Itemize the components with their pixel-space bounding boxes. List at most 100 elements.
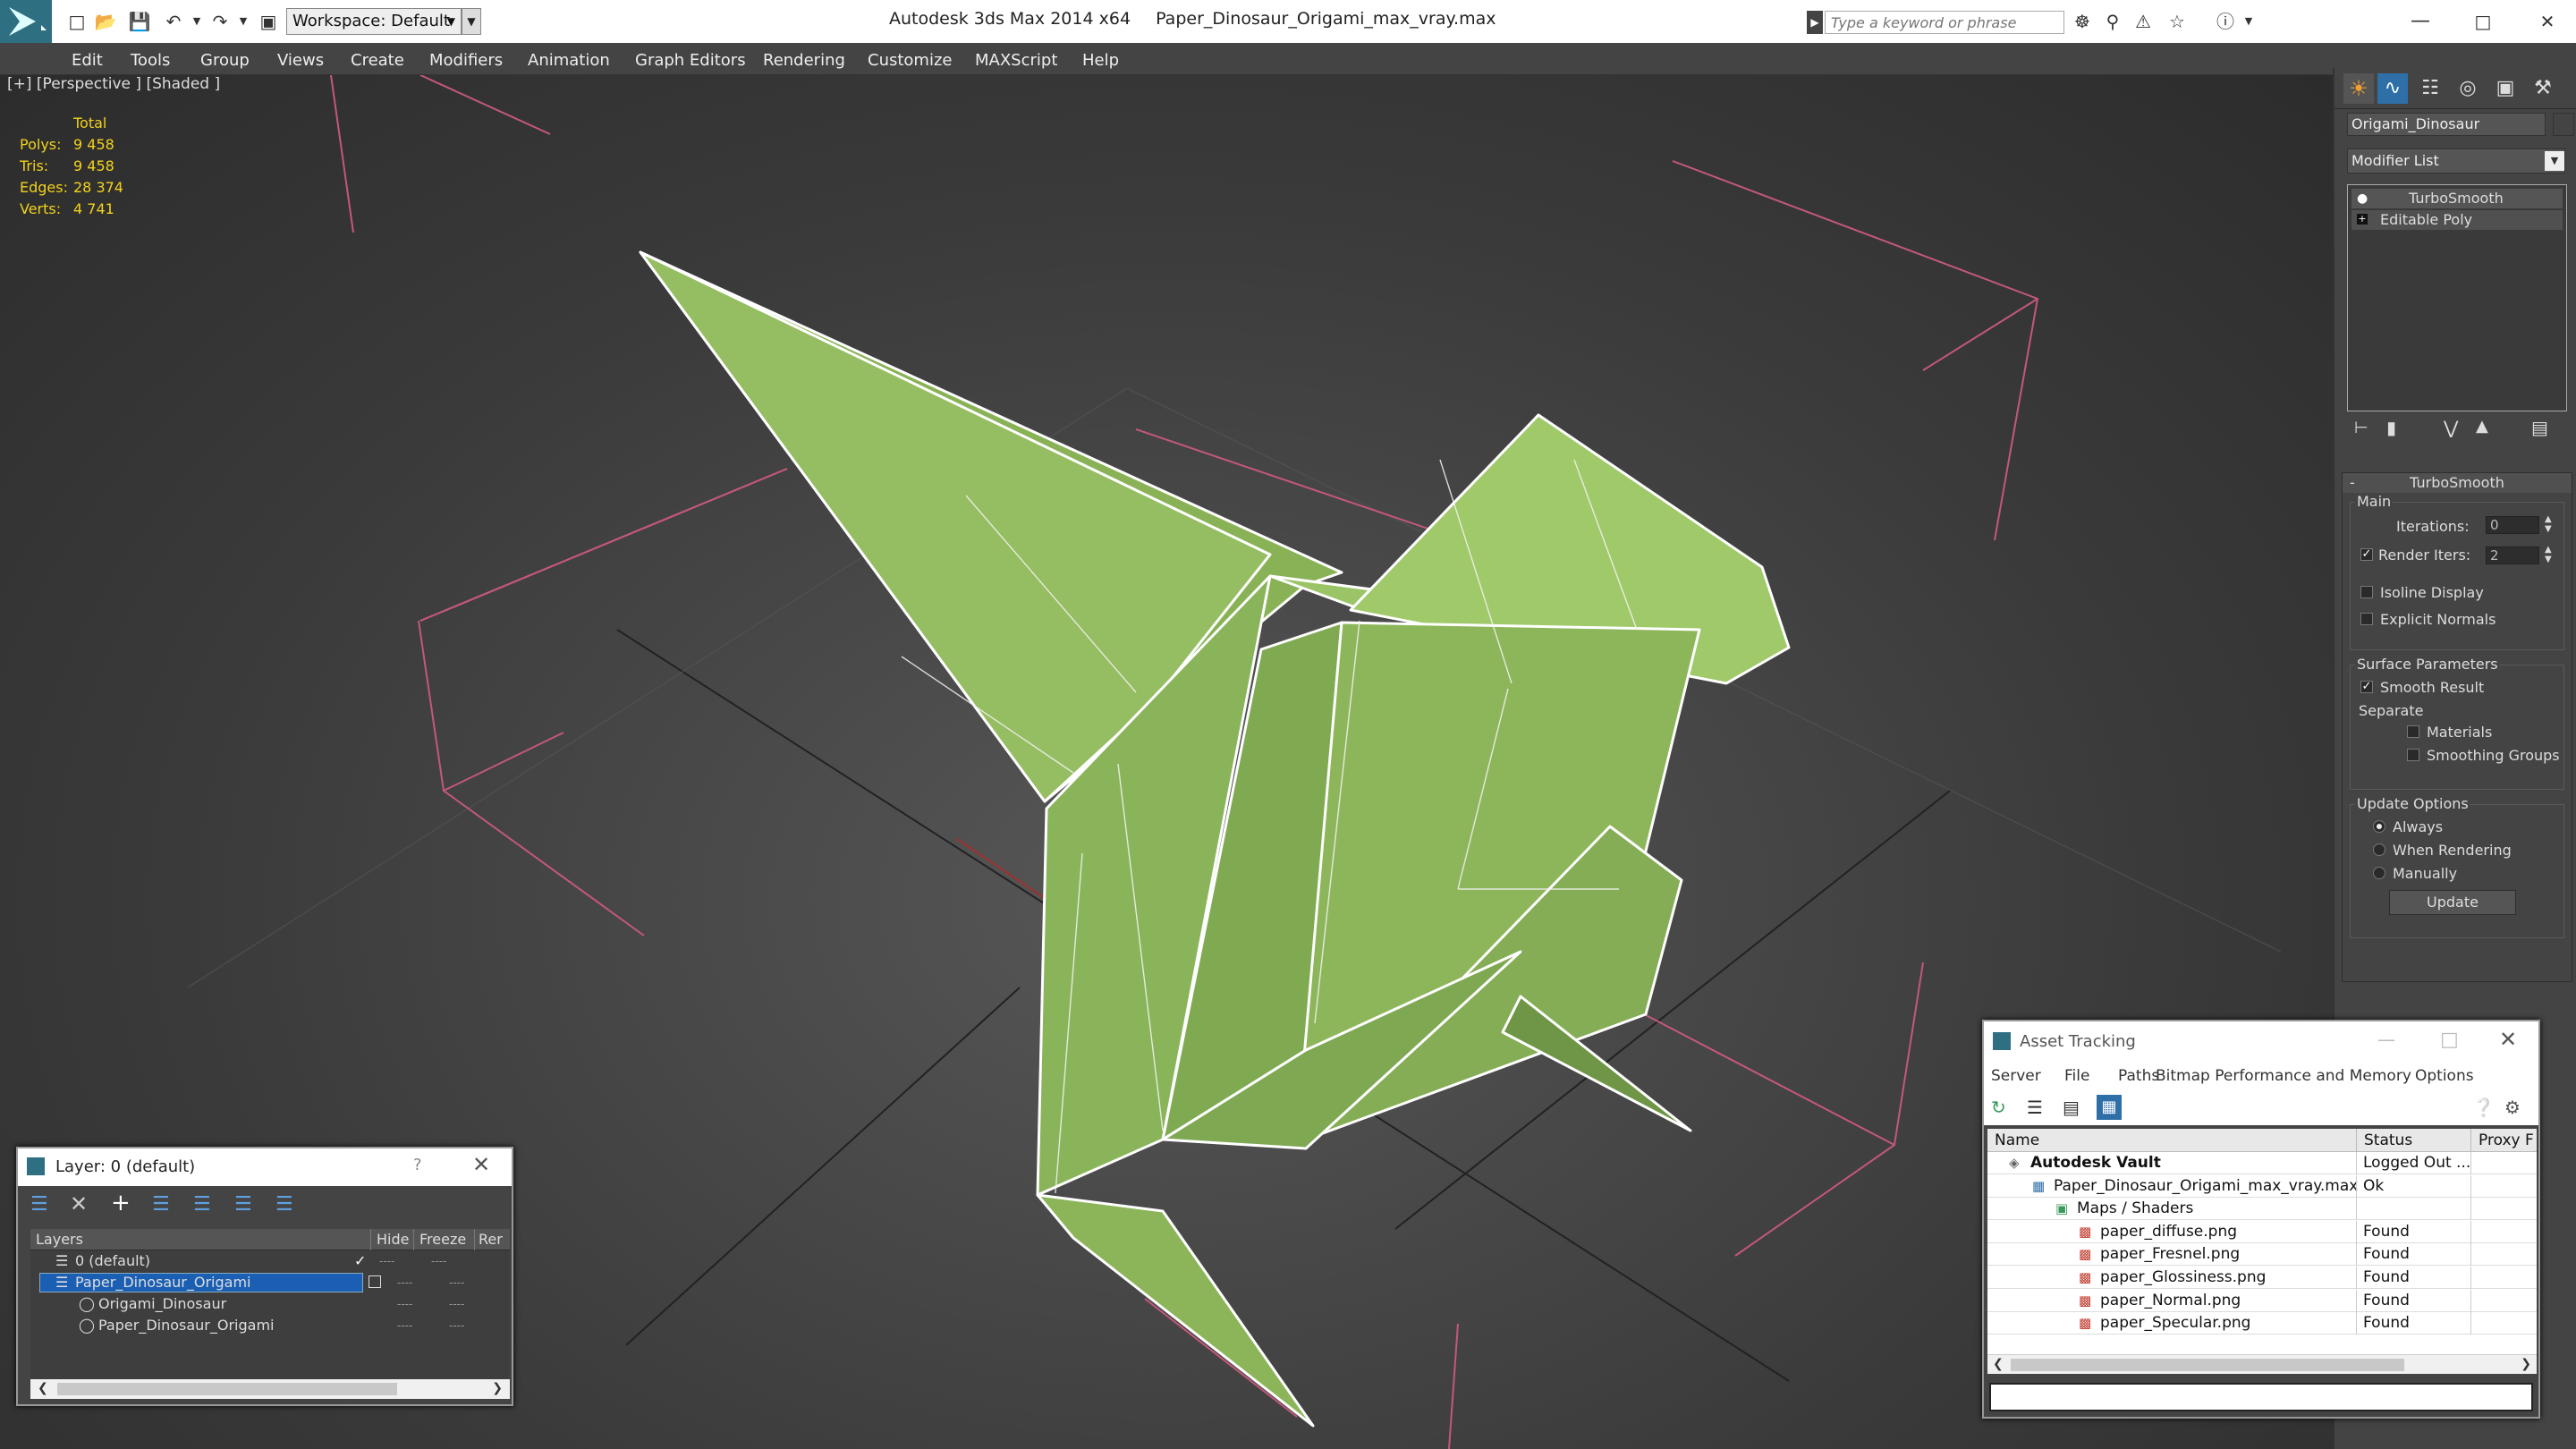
configure-sets-icon[interactable]: ▤ <box>2531 417 2548 438</box>
help-icon[interactable]: ? <box>413 1156 422 1174</box>
select-in-layer-icon[interactable]: ☰ <box>152 1193 170 1216</box>
col-layers[interactable]: Layers <box>36 1229 83 1250</box>
layer-row[interactable]: ☰ Paper_Dinosaur_Origami ---- ---- <box>30 1272 510 1293</box>
render-iters-checkbox[interactable]: ✓ <box>2360 548 2373 561</box>
col-freeze[interactable]: Freeze <box>413 1229 466 1250</box>
isoline-checkbox[interactable] <box>2360 586 2373 598</box>
scroll-thumb[interactable] <box>2011 1359 2404 1371</box>
when-rendering-radio[interactable] <box>2373 843 2385 856</box>
redo-icon[interactable]: ↷ <box>208 9 233 34</box>
smooth-result-checkbox[interactable]: ✓ <box>2360 681 2373 693</box>
asset-menu-file[interactable]: File <box>2064 1063 2089 1089</box>
hide-toggle[interactable]: ---- <box>379 1250 394 1272</box>
asset-row[interactable]: ▩ paper_diffuse.png Found <box>1987 1220 2537 1243</box>
asset-row[interactable]: ◈ Autodesk Vault Logged Out ... <box>1987 1152 2537 1174</box>
minimize-icon[interactable]: — <box>2377 1029 2395 1050</box>
pin-stack-icon[interactable]: ⊢ <box>2354 419 2368 437</box>
workspace-menu-button[interactable]: ▼ <box>462 8 481 35</box>
menu-customize[interactable]: Customize <box>868 51 952 70</box>
hide-toggle[interactable]: ---- <box>397 1272 412 1293</box>
iterations-spinner[interactable]: 0 <box>2486 516 2539 534</box>
favorites-star-icon[interactable]: ☆ <box>2165 9 2190 34</box>
current-layer-box[interactable] <box>369 1275 381 1288</box>
spinner-arrows-icon[interactable]: ▲ ▼ <box>2545 514 2552 534</box>
expand-plus-icon[interactable]: + <box>2357 214 2368 225</box>
object-color-swatch[interactable] <box>2553 113 2574 136</box>
menu-create[interactable]: Create <box>351 51 404 70</box>
asset-row[interactable]: ▩ paper_Glossiness.png Found <box>1987 1267 2537 1289</box>
menu-edit[interactable]: Edit <box>72 51 103 70</box>
stack-item-turbosmooth[interactable]: ● TurboSmooth <box>2351 189 2563 208</box>
help-icon[interactable]: ⓘ <box>2213 9 2238 34</box>
asset-menu-paths[interactable]: Paths <box>2118 1063 2159 1089</box>
manually-radio[interactable] <box>2373 867 2385 879</box>
asset-menu-server[interactable]: Server <box>1991 1063 2041 1089</box>
hide-toggle[interactable]: ---- <box>397 1293 412 1315</box>
undo-icon[interactable]: ↶ <box>161 9 186 34</box>
modify-tab-icon[interactable]: ∿ <box>2377 73 2408 104</box>
object-name-field[interactable]: Origami_Dinosaur <box>2347 113 2546 136</box>
undo-dropdown-icon[interactable]: ▼ <box>184 9 209 34</box>
asset-hscrollbar[interactable]: ❮ ❯ <box>1987 1354 2537 1374</box>
add-to-layer-icon[interactable]: + <box>111 1190 131 1216</box>
search-input[interactable] <box>1825 11 2064 34</box>
scroll-thumb[interactable] <box>57 1383 397 1395</box>
tree-view-icon[interactable]: ▤ <box>2063 1097 2080 1118</box>
layer-window-header[interactable]: Layer: 0 (default) ? ✕ <box>18 1148 512 1186</box>
table-view-icon[interactable]: ▦ <box>2097 1095 2122 1120</box>
binoculars-icon[interactable]: ☸ <box>2070 9 2095 34</box>
layer-row[interactable]: ☰ 0 (default) ✓ ---- ---- <box>30 1250 510 1272</box>
show-end-result-icon[interactable]: ▮ <box>2386 417 2396 438</box>
menu-maxscript[interactable]: MAXScript <box>975 51 1057 70</box>
open-file-icon[interactable]: 📂 <box>93 9 118 34</box>
asset-row[interactable]: ▩ paper_Fresnel.png Found <box>1987 1243 2537 1267</box>
asset-path-field[interactable] <box>1989 1383 2533 1411</box>
asset-menu-options[interactable]: Options <box>2415 1063 2474 1089</box>
hierarchy-tab-icon[interactable]: ☷ <box>2415 73 2445 104</box>
modifier-list-dropdown[interactable]: Modifier List ▼ <box>2347 148 2565 174</box>
freeze-toggle[interactable]: ---- <box>449 1315 464 1336</box>
help-icon[interactable]: ❔ <box>2472 1097 2495 1118</box>
close-icon[interactable]: ✕ <box>2535 9 2560 34</box>
col-hide[interactable]: Hide <box>370 1229 409 1250</box>
new-file-icon[interactable]: □ <box>64 9 89 34</box>
rollout-header[interactable]: - TurboSmooth <box>2343 473 2572 493</box>
highlight-layer-icon[interactable]: ☰ <box>193 1193 211 1216</box>
scroll-right-icon[interactable]: ❯ <box>2521 1357 2531 1371</box>
layer-hscrollbar[interactable]: ❮ ❯ <box>30 1379 510 1399</box>
menu-animation[interactable]: Animation <box>528 51 610 70</box>
col-status[interactable]: Status <box>2356 1129 2412 1152</box>
maximize-icon[interactable]: □ <box>2440 1029 2459 1051</box>
freeze-all-layers-icon[interactable]: ☰ <box>275 1193 293 1216</box>
layer-row[interactable]: ◯ Origami_Dinosaur ---- ---- <box>30 1293 510 1315</box>
spinner-arrows-icon[interactable]: ▲ ▼ <box>2545 545 2552 564</box>
close-icon[interactable]: ✕ <box>2499 1027 2517 1052</box>
col-render[interactable]: Rer <box>474 1229 503 1250</box>
project-folder-icon[interactable]: ▣ <box>256 9 281 34</box>
menu-views[interactable]: Views <box>277 51 324 70</box>
materials-checkbox[interactable] <box>2407 725 2419 738</box>
asset-row[interactable]: ▣ Maps / Shaders <box>1987 1198 2537 1221</box>
smoothing-groups-checkbox[interactable] <box>2407 749 2419 761</box>
workspace-dropdown[interactable]: Workspace: Default ▼ <box>286 8 462 35</box>
list-view-icon[interactable]: ☰ <box>2027 1097 2043 1118</box>
layer-row[interactable]: ◯ Paper_Dinosaur_Origami ---- ---- <box>30 1315 510 1336</box>
maximize-icon[interactable]: □ <box>2470 9 2496 34</box>
refresh-icon[interactable]: ↻ <box>1991 1097 2006 1118</box>
close-icon[interactable]: ✕ <box>472 1152 490 1177</box>
col-proxy[interactable]: Proxy F <box>2470 1129 2534 1152</box>
menu-tools[interactable]: Tools <box>131 51 170 70</box>
freeze-toggle[interactable]: ---- <box>449 1272 464 1293</box>
freeze-toggle[interactable]: ---- <box>449 1293 464 1315</box>
make-unique-icon[interactable]: ⋁ <box>2444 417 2458 438</box>
render-iters-spinner[interactable]: 2 <box>2486 547 2539 564</box>
create-layer-icon[interactable]: ☰ <box>30 1193 48 1216</box>
scroll-left-icon[interactable]: ❮ <box>38 1381 48 1395</box>
settings-icon[interactable]: ⚙ <box>2504 1097 2521 1118</box>
motion-tab-icon[interactable]: ◎ <box>2453 73 2483 104</box>
display-tab-icon[interactable]: ▣ <box>2490 73 2521 104</box>
key-icon[interactable]: ⚲ <box>2100 9 2125 34</box>
menu-rendering[interactable]: Rendering <box>763 51 845 70</box>
scroll-right-icon[interactable]: ❯ <box>492 1381 503 1395</box>
remove-modifier-icon[interactable]: ▲ <box>2476 417 2488 436</box>
